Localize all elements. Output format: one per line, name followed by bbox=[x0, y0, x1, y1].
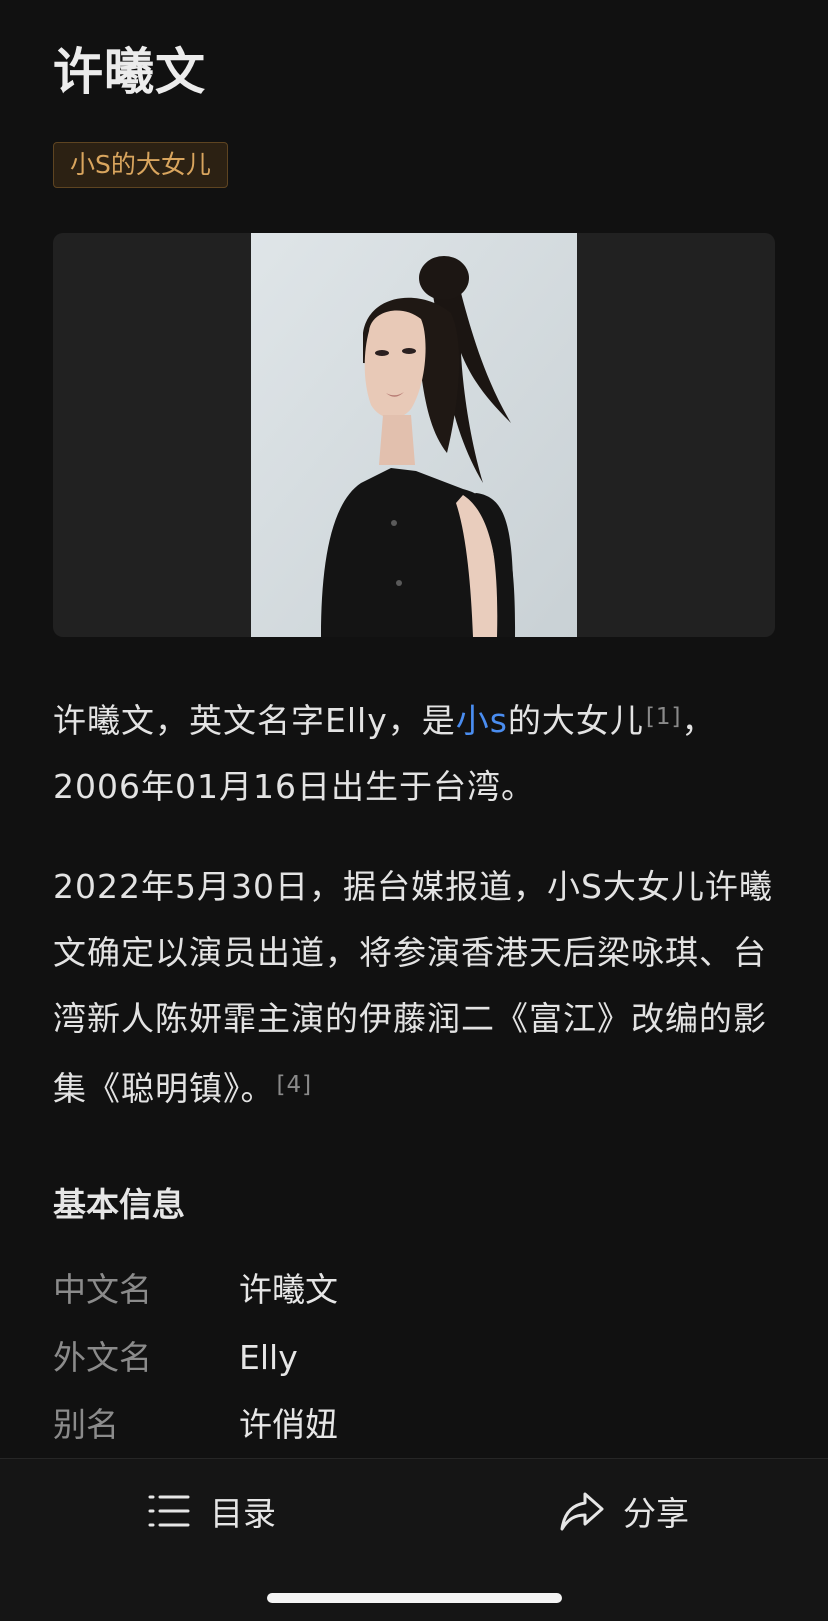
intro-text-b: 的大女儿 bbox=[507, 701, 644, 740]
link-xiao-s[interactable]: 小s bbox=[456, 701, 508, 740]
toc-button[interactable]: 目录 bbox=[146, 1481, 276, 1541]
intro-paragraph-1: 许曦文，英文名字Elly，是小s的大女儿[1]，2006年01月16日出生于台湾… bbox=[53, 684, 775, 820]
info-value: Elly bbox=[239, 1338, 298, 1377]
info-key: 中文名 bbox=[53, 1270, 152, 1309]
list-icon bbox=[146, 1488, 192, 1534]
intro-text-2: 2022年5月30日，据台媒报道，小S大女儿许曦文确定以演员出道，将参演香港天后… bbox=[53, 867, 773, 1108]
portrait-photo[interactable] bbox=[251, 233, 577, 637]
share-arrow-icon bbox=[559, 1488, 605, 1534]
info-key: 别名 bbox=[53, 1405, 119, 1444]
citation-ref-1[interactable]: [1] bbox=[646, 704, 682, 730]
intro-paragraph-2: 2022年5月30日，据台媒报道，小S大女儿许曦文确定以演员出道，将参演香港天后… bbox=[53, 854, 775, 1122]
article-tag[interactable]: 小S的大女儿 bbox=[53, 142, 228, 188]
info-row: 别名 许俏妞 bbox=[53, 1392, 775, 1458]
basic-info-heading: 基本信息 bbox=[53, 1185, 185, 1224]
info-row: 外文名 Elly bbox=[53, 1325, 775, 1391]
info-value: 许曦文 bbox=[239, 1270, 338, 1309]
intro-text-a: 许曦文，英文名字Elly，是 bbox=[53, 701, 456, 740]
hero-image-frame[interactable] bbox=[53, 233, 775, 637]
toc-label: 目录 bbox=[210, 1494, 276, 1533]
article-title: 许曦文 bbox=[53, 43, 206, 101]
share-button[interactable]: 分享 bbox=[559, 1481, 689, 1541]
info-value: 许俏妞 bbox=[239, 1405, 338, 1444]
info-key: 外文名 bbox=[53, 1338, 152, 1377]
home-indicator[interactable] bbox=[267, 1593, 562, 1603]
share-label: 分享 bbox=[623, 1494, 689, 1533]
info-row: 中文名 许曦文 bbox=[53, 1257, 775, 1323]
citation-ref-4[interactable]: [4] bbox=[277, 1072, 313, 1098]
